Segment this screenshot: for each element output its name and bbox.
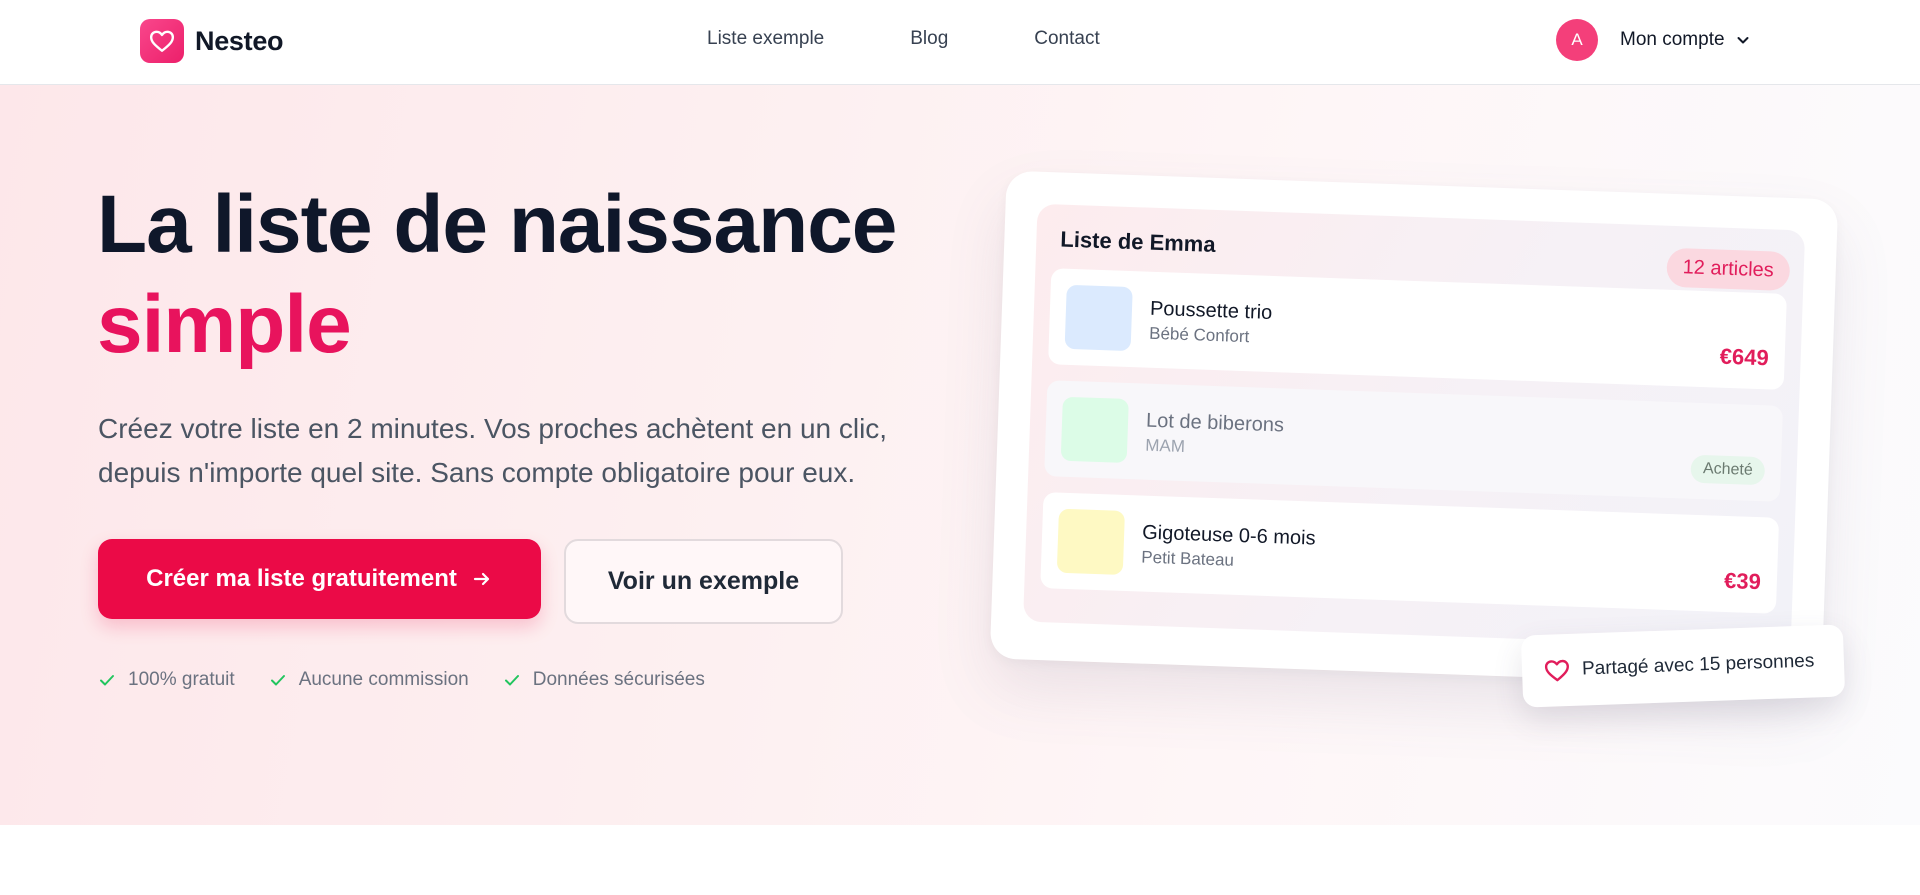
list-item: Poussette trio Bébé Confort €649 xyxy=(1048,268,1787,390)
item-thumbnail xyxy=(1064,284,1133,352)
nav-link-contact[interactable]: Contact xyxy=(1034,28,1099,50)
item-count-badge: 12 articles xyxy=(1665,247,1791,292)
brand-name: Nesteo xyxy=(195,25,284,56)
site-header: Nesteo Liste exemple Blog Contact A Mon … xyxy=(0,0,1920,85)
item-name: Poussette trio xyxy=(1149,297,1273,324)
item-thumbnail xyxy=(1056,508,1125,575)
check-icon xyxy=(504,675,519,686)
list-item: Lot de biberons MAM Acheté xyxy=(1044,380,1784,502)
check-icon xyxy=(100,675,114,686)
nav-link-liste-exemple[interactable]: Liste exemple xyxy=(707,28,824,50)
create-list-button-label: Créer ma liste gratuitement xyxy=(146,565,457,592)
item-price: €39 xyxy=(1723,567,1762,595)
item-price: €649 xyxy=(1719,343,1770,371)
feature-item: 100% gratuit xyxy=(98,669,235,691)
see-example-button[interactable]: Voir un exemple xyxy=(564,539,843,624)
item-thumbnail xyxy=(1060,396,1129,463)
hero-subtitle: Créez votre liste en 2 minutes. Vos proc… xyxy=(98,413,888,488)
shared-with-text: Partagé avec 15 personnes xyxy=(1581,650,1815,680)
feature-label: Aucune commission xyxy=(298,669,469,690)
item-name: Lot de biberons xyxy=(1145,409,1285,437)
feature-item: Données sécurisées xyxy=(503,669,705,691)
account-menu[interactable]: A Mon compte xyxy=(1556,19,1751,61)
item-name: Gigoteuse 0-6 mois xyxy=(1141,521,1316,550)
list-item: Gigoteuse 0-6 mois Petit Bateau €39 xyxy=(1040,492,1780,614)
heart-icon xyxy=(140,19,184,63)
avatar: A xyxy=(1556,19,1598,61)
list-preview-panel: Liste de Emma 12 articles Poussette trio… xyxy=(1023,203,1806,649)
account-dropdown[interactable]: Mon compte xyxy=(1620,29,1751,51)
list-title: Liste de Emma xyxy=(1059,226,1217,257)
account-label: Mon compte xyxy=(1620,29,1725,50)
see-example-button-label: Voir un exemple xyxy=(607,567,800,595)
hero-title-main: La liste de naissance xyxy=(97,179,897,270)
status-badge: Acheté xyxy=(1690,454,1766,486)
feature-list: 100% gratuit Aucune commission Données s… xyxy=(98,669,705,691)
shared-with-chip: Partagé avec 15 personnes xyxy=(1520,624,1846,708)
brand-logo[interactable]: Nesteo xyxy=(140,19,284,63)
chevron-down-icon xyxy=(1737,37,1749,44)
feature-label: Données sécurisées xyxy=(532,669,705,690)
feature-label: 100% gratuit xyxy=(128,669,235,690)
nav-link-blog[interactable]: Blog xyxy=(910,28,948,50)
create-list-button[interactable]: Créer ma liste gratuitement xyxy=(98,539,541,619)
heart-outline-icon xyxy=(1544,659,1569,682)
hero-title-accent: simple xyxy=(97,279,352,370)
check-icon xyxy=(270,675,285,686)
feature-item: Aucune commission xyxy=(269,669,469,691)
main-nav: Liste exemple Blog Contact xyxy=(707,28,1100,50)
arrow-right-icon xyxy=(473,572,489,586)
item-brand: MAM xyxy=(1144,435,1186,457)
item-brand: Petit Bateau xyxy=(1141,547,1235,570)
hero-title: La liste de naissance simple xyxy=(97,175,897,375)
list-preview-card: Liste de Emma 12 articles Poussette trio… xyxy=(989,170,1839,688)
item-brand: Bébé Confort xyxy=(1148,323,1250,347)
